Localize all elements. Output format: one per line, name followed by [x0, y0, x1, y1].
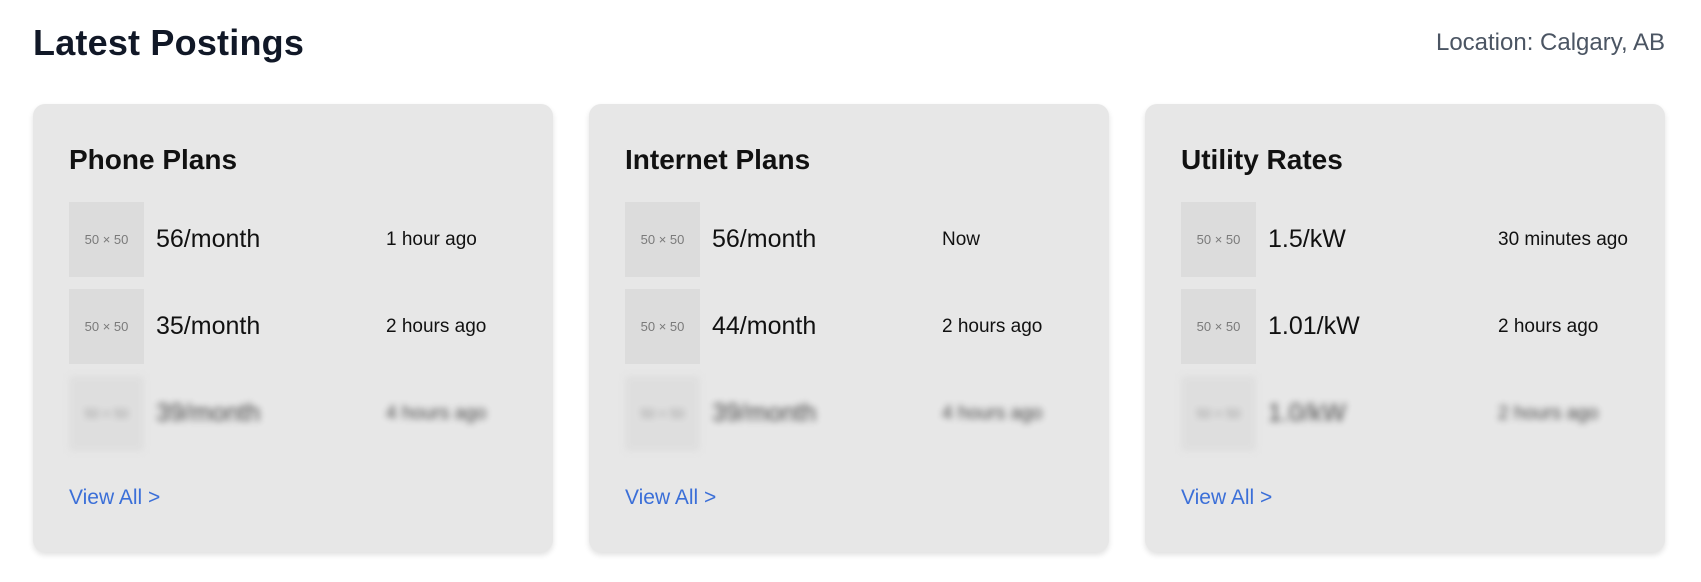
latest-postings-page: Latest Postings Location: Calgary, AB Ph…	[0, 0, 1701, 582]
posting-row-blurred: 50 × 50 1.0/kW 2 hours ago	[1181, 376, 1629, 451]
posting-price: 1.0/kW	[1268, 399, 1346, 427]
posting-price: 39/month	[156, 399, 261, 427]
thumbnail-placeholder: 50 × 50	[625, 202, 700, 277]
posting-row-blurred: 50 × 50 39/month 4 hours ago	[69, 376, 517, 451]
posting-row-blurred: 50 × 50 39/month 4 hours ago	[625, 376, 1073, 451]
thumbnail-placeholder: 50 × 50	[1181, 289, 1256, 364]
posting-time: 4 hours ago	[942, 402, 1043, 424]
posting-price: 1.01/kW	[1268, 312, 1360, 340]
posting-price: 1.5/kW	[1268, 225, 1346, 253]
posting-row[interactable]: 50 × 50 1.5/kW 30 minutes ago	[1181, 202, 1629, 277]
posting-row[interactable]: 50 × 50 56/month Now	[625, 202, 1073, 277]
posting-time: 2 hours ago	[942, 315, 1043, 337]
thumbnail-placeholder: 50 × 50	[69, 202, 144, 277]
posting-row[interactable]: 50 × 50 56/month 1 hour ago	[69, 202, 517, 277]
thumbnail-placeholder: 50 × 50	[625, 376, 700, 451]
view-all-link[interactable]: View All >	[1181, 486, 1272, 510]
card-title: Internet Plans	[625, 144, 811, 175]
location-label: Location: Calgary, AB	[1435, 29, 1665, 56]
posting-time: 30 minutes ago	[1498, 228, 1628, 250]
view-all-link[interactable]: View All >	[625, 486, 716, 510]
posting-price: 39/month	[712, 399, 817, 427]
thumbnail-placeholder: 50 × 50	[1181, 376, 1256, 451]
thumbnail-placeholder: 50 × 50	[1181, 202, 1256, 277]
posting-time: 1 hour ago	[386, 228, 477, 250]
posting-time: 2 hours ago	[386, 315, 487, 337]
page-title: Latest Postings	[33, 22, 305, 63]
thumbnail-placeholder: 50 × 50	[69, 289, 144, 364]
thumbnail-placeholder: 50 × 50	[69, 376, 144, 451]
posting-time: Now	[942, 228, 981, 250]
posting-time: 2 hours ago	[1498, 315, 1599, 337]
thumbnail-placeholder: 50 × 50	[625, 289, 700, 364]
posting-price: 44/month	[712, 312, 817, 340]
card-title: Phone Plans	[69, 144, 238, 175]
card-title: Utility Rates	[1181, 144, 1343, 175]
posting-time: 4 hours ago	[386, 402, 487, 424]
posting-row[interactable]: 50 × 50 1.01/kW 2 hours ago	[1181, 289, 1629, 364]
card-phone-plans: Phone Plans 50 × 50 56/month 1 hour ago …	[33, 104, 553, 552]
posting-price: 56/month	[712, 225, 817, 253]
page-header: Latest Postings Location: Calgary, AB	[33, 18, 1665, 68]
posting-row[interactable]: 50 × 50 44/month 2 hours ago	[625, 289, 1073, 364]
posting-price: 35/month	[156, 312, 261, 340]
card-utility-rates: Utility Rates 50 × 50 1.5/kW 30 minutes …	[1145, 104, 1665, 552]
card-internet-plans: Internet Plans 50 × 50 56/month Now 50 ×…	[589, 104, 1109, 552]
posting-price: 56/month	[156, 225, 261, 253]
posting-time: 2 hours ago	[1498, 402, 1599, 424]
posting-row[interactable]: 50 × 50 35/month 2 hours ago	[69, 289, 517, 364]
view-all-link[interactable]: View All >	[69, 486, 160, 510]
postings-cards: Phone Plans 50 × 50 56/month 1 hour ago …	[33, 104, 1665, 552]
